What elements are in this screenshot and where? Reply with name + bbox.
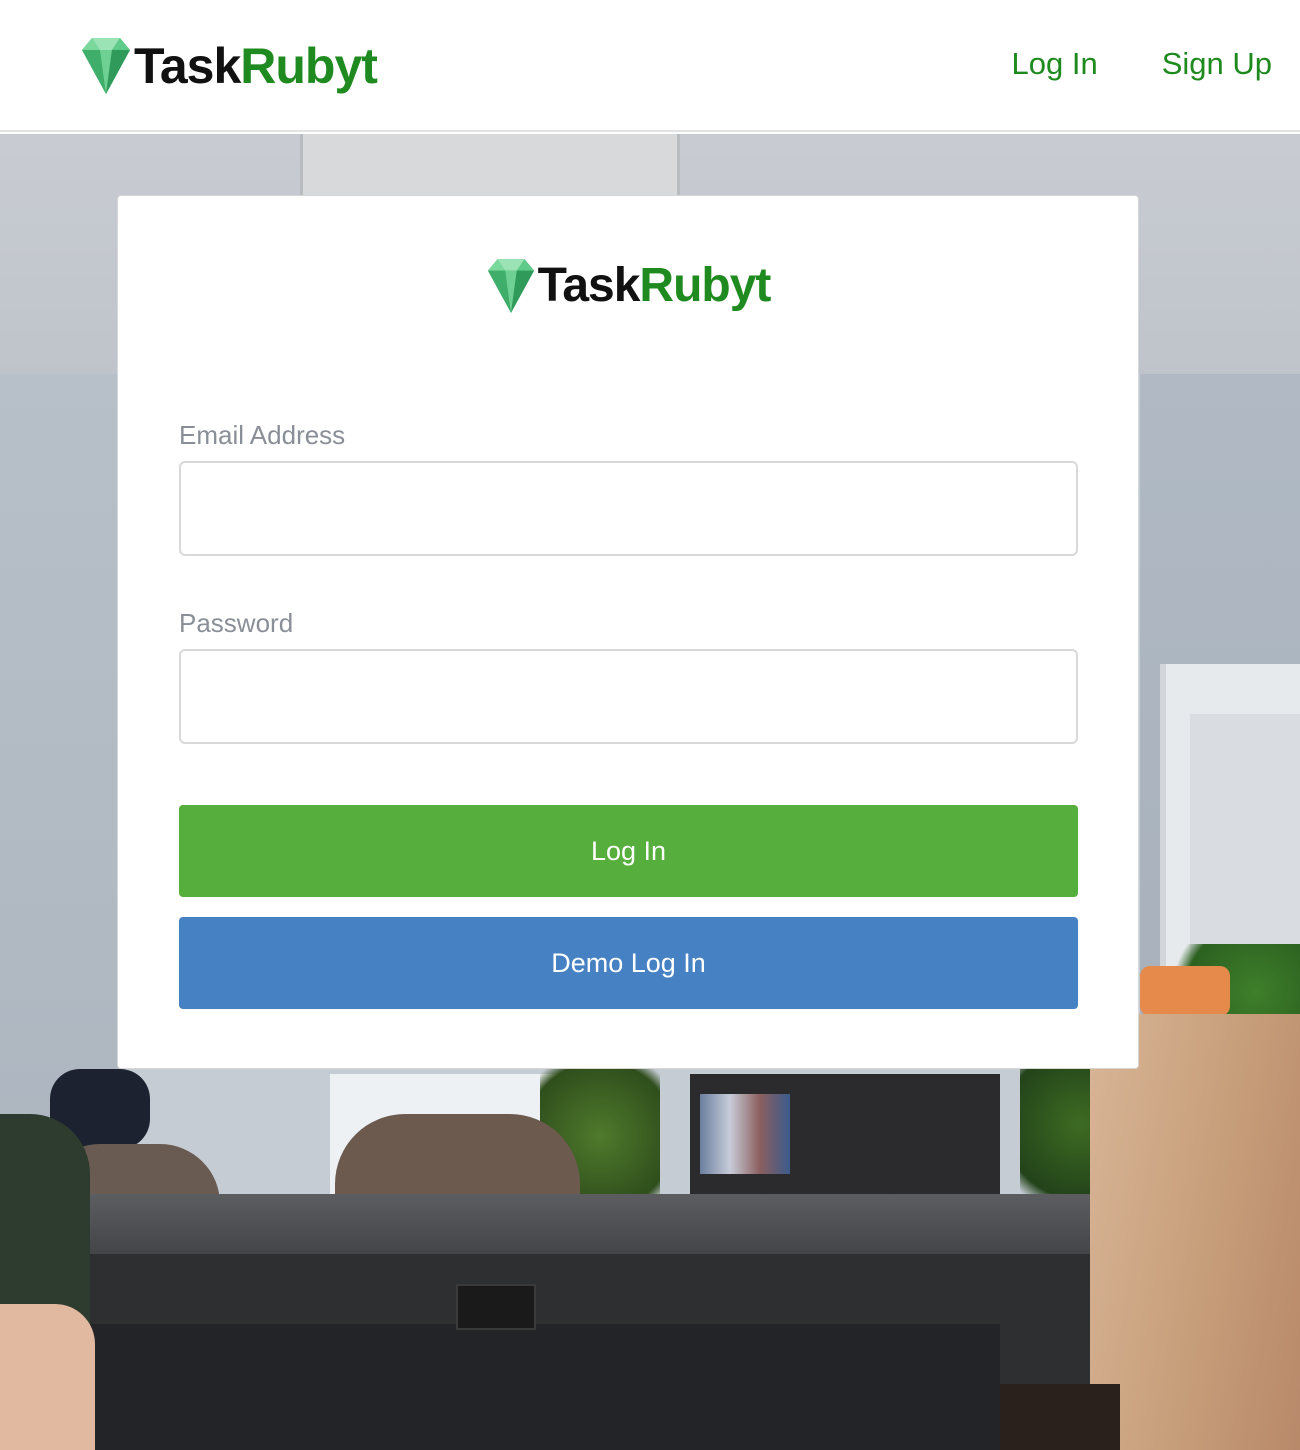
photo-orange-item bbox=[1140, 966, 1230, 1016]
photo-books bbox=[700, 1094, 790, 1174]
password-field[interactable] bbox=[179, 649, 1078, 744]
demo-login-button[interactable]: Demo Log In bbox=[179, 917, 1078, 1009]
brand-name: TaskRubyt bbox=[134, 38, 378, 94]
email-label: Email Address bbox=[179, 420, 346, 450]
photo-person-arm bbox=[0, 1304, 95, 1450]
card-brand-logo: TaskRubyt bbox=[118, 252, 1138, 320]
brand-name-rubyt: Rubyt bbox=[240, 38, 378, 94]
nav-links: Log In Sign Up bbox=[1012, 46, 1273, 82]
brand-name-task: Task bbox=[134, 38, 241, 94]
card-brand-name: TaskRubyt bbox=[537, 259, 772, 312]
emerald-gem-icon bbox=[82, 38, 130, 94]
card-brand-name-rubyt: Rubyt bbox=[639, 259, 771, 312]
photo-outlet bbox=[456, 1284, 536, 1330]
photo-floor bbox=[1000, 1384, 1120, 1450]
brand-logo-link[interactable]: TaskRubyt bbox=[80, 34, 378, 98]
top-navbar: TaskRubyt Log In Sign Up bbox=[0, 0, 1300, 132]
nav-login-link[interactable]: Log In bbox=[1012, 46, 1098, 82]
photo-grocery-bag bbox=[1090, 1014, 1300, 1450]
email-field[interactable] bbox=[179, 461, 1078, 556]
emerald-gem-icon bbox=[487, 259, 534, 313]
card-brand-name-task: Task bbox=[537, 259, 641, 312]
password-label: Password bbox=[179, 608, 294, 638]
nav-signup-link[interactable]: Sign Up bbox=[1162, 46, 1272, 82]
photo-counter-lower bbox=[0, 1324, 1000, 1450]
login-button[interactable]: Log In bbox=[179, 805, 1078, 897]
photo-cabinet bbox=[300, 134, 680, 204]
login-card: TaskRubyt Email Address Password Log In … bbox=[117, 195, 1139, 1069]
